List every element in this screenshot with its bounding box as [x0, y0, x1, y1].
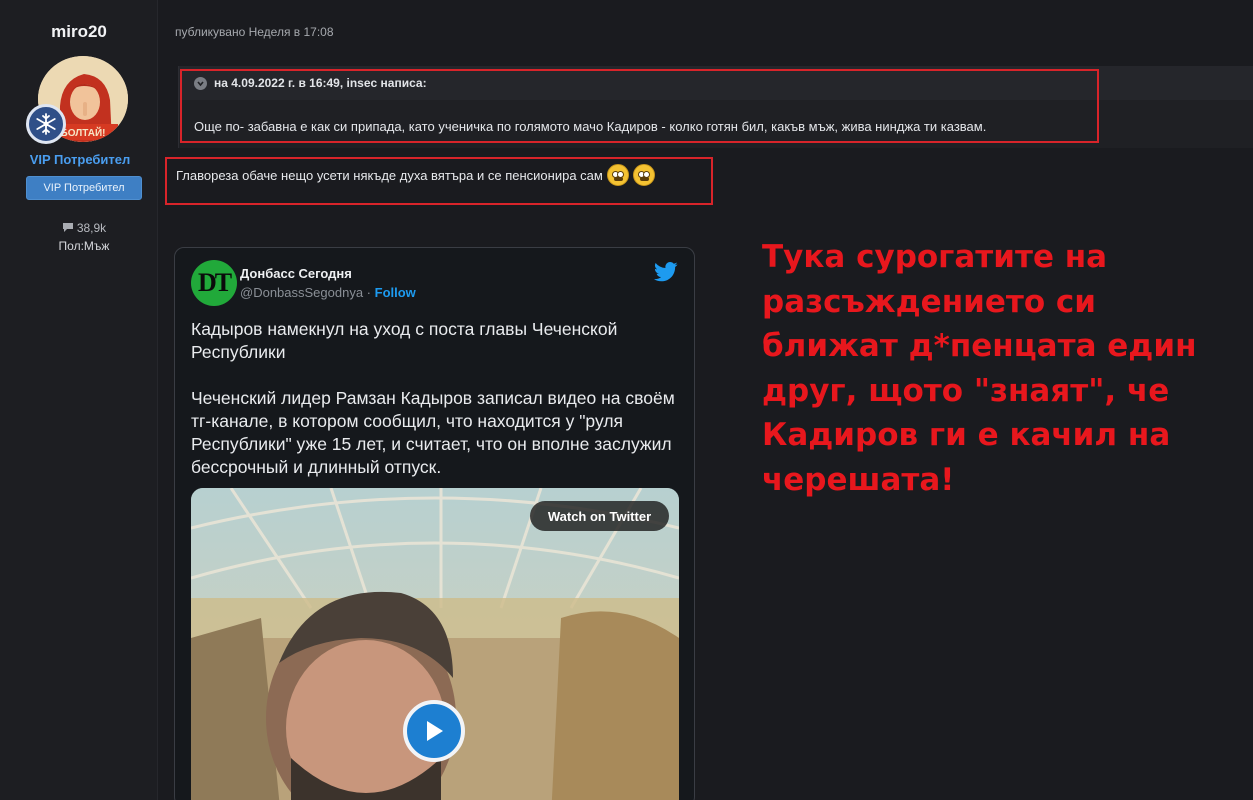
quote-citation: на 4.09.2022 г. в 16:49, insec написа:	[214, 76, 427, 90]
group-badge-button[interactable]: VIP Потребител	[26, 176, 142, 200]
grimacing-emoji-icon	[632, 164, 655, 186]
play-icon[interactable]	[403, 700, 465, 762]
member-title: VIP Потребител	[29, 152, 131, 167]
quote-text: Още по- забавна е как си припада, като у…	[194, 119, 987, 134]
avatar-caption: БОЛТАЙ!	[61, 126, 106, 139]
tweet-paragraph-1: Кадыров намекнул на уход с поста главы Ч…	[191, 319, 618, 362]
tweet-handle[interactable]: @DonbassSegodnya	[240, 285, 363, 300]
quote-header[interactable]: на 4.09.2022 г. в 16:49, insec написа:	[179, 66, 1253, 100]
tweet-separator: ·	[363, 285, 375, 300]
embedded-tweet: DT Донбасс Сегодня @DonbassSegodnya · Fo…	[174, 247, 695, 800]
post-timestamp[interactable]: публикувано Неделя в 17:08	[175, 25, 334, 39]
author-name[interactable]: miro20	[0, 22, 158, 42]
red-annotation-text: Тука сурогатите на разсъждението си ближ…	[762, 239, 1197, 498]
watch-on-twitter-button[interactable]: Watch on Twitter	[530, 501, 669, 531]
author-panel: miro20 БОЛТАЙ! VIP Потребител VIP Потреб…	[0, 0, 158, 800]
twitter-bird-icon[interactable]	[654, 262, 678, 282]
gender-field: Пол:Мъж	[58, 239, 110, 253]
follow-link[interactable]: Follow	[375, 285, 416, 300]
chevron-down-icon[interactable]	[194, 76, 207, 90]
tweet-handle-line: @DonbassSegodnya · Follow	[240, 285, 416, 300]
tweet-video-thumbnail[interactable]: Watch on Twitter	[191, 488, 679, 800]
tweet-avatar[interactable]: DT	[191, 260, 237, 306]
tweet-display-name[interactable]: Донбасс Сегодня	[240, 266, 352, 281]
reply-text: Главореза обаче нещо усети някъде духа в…	[176, 167, 603, 183]
tweet-text: Кадыров намекнул на уход с поста главы Ч…	[191, 318, 681, 479]
post-count-value: 38,9k	[76, 221, 107, 235]
post-content: Главореза обаче нещо усети някъде духа в…	[176, 164, 655, 186]
snowflake-rank-icon	[26, 104, 66, 144]
quote-block: на 4.09.2022 г. в 16:49, insec написа: О…	[178, 66, 1253, 148]
post-count-stat: 38,9k	[0, 221, 168, 236]
grimacing-emoji-icon	[606, 164, 629, 186]
speech-bubble-icon	[62, 222, 74, 236]
tweet-paragraph-2: Чеченский лидер Рамзан Кадыров записал в…	[191, 388, 675, 477]
